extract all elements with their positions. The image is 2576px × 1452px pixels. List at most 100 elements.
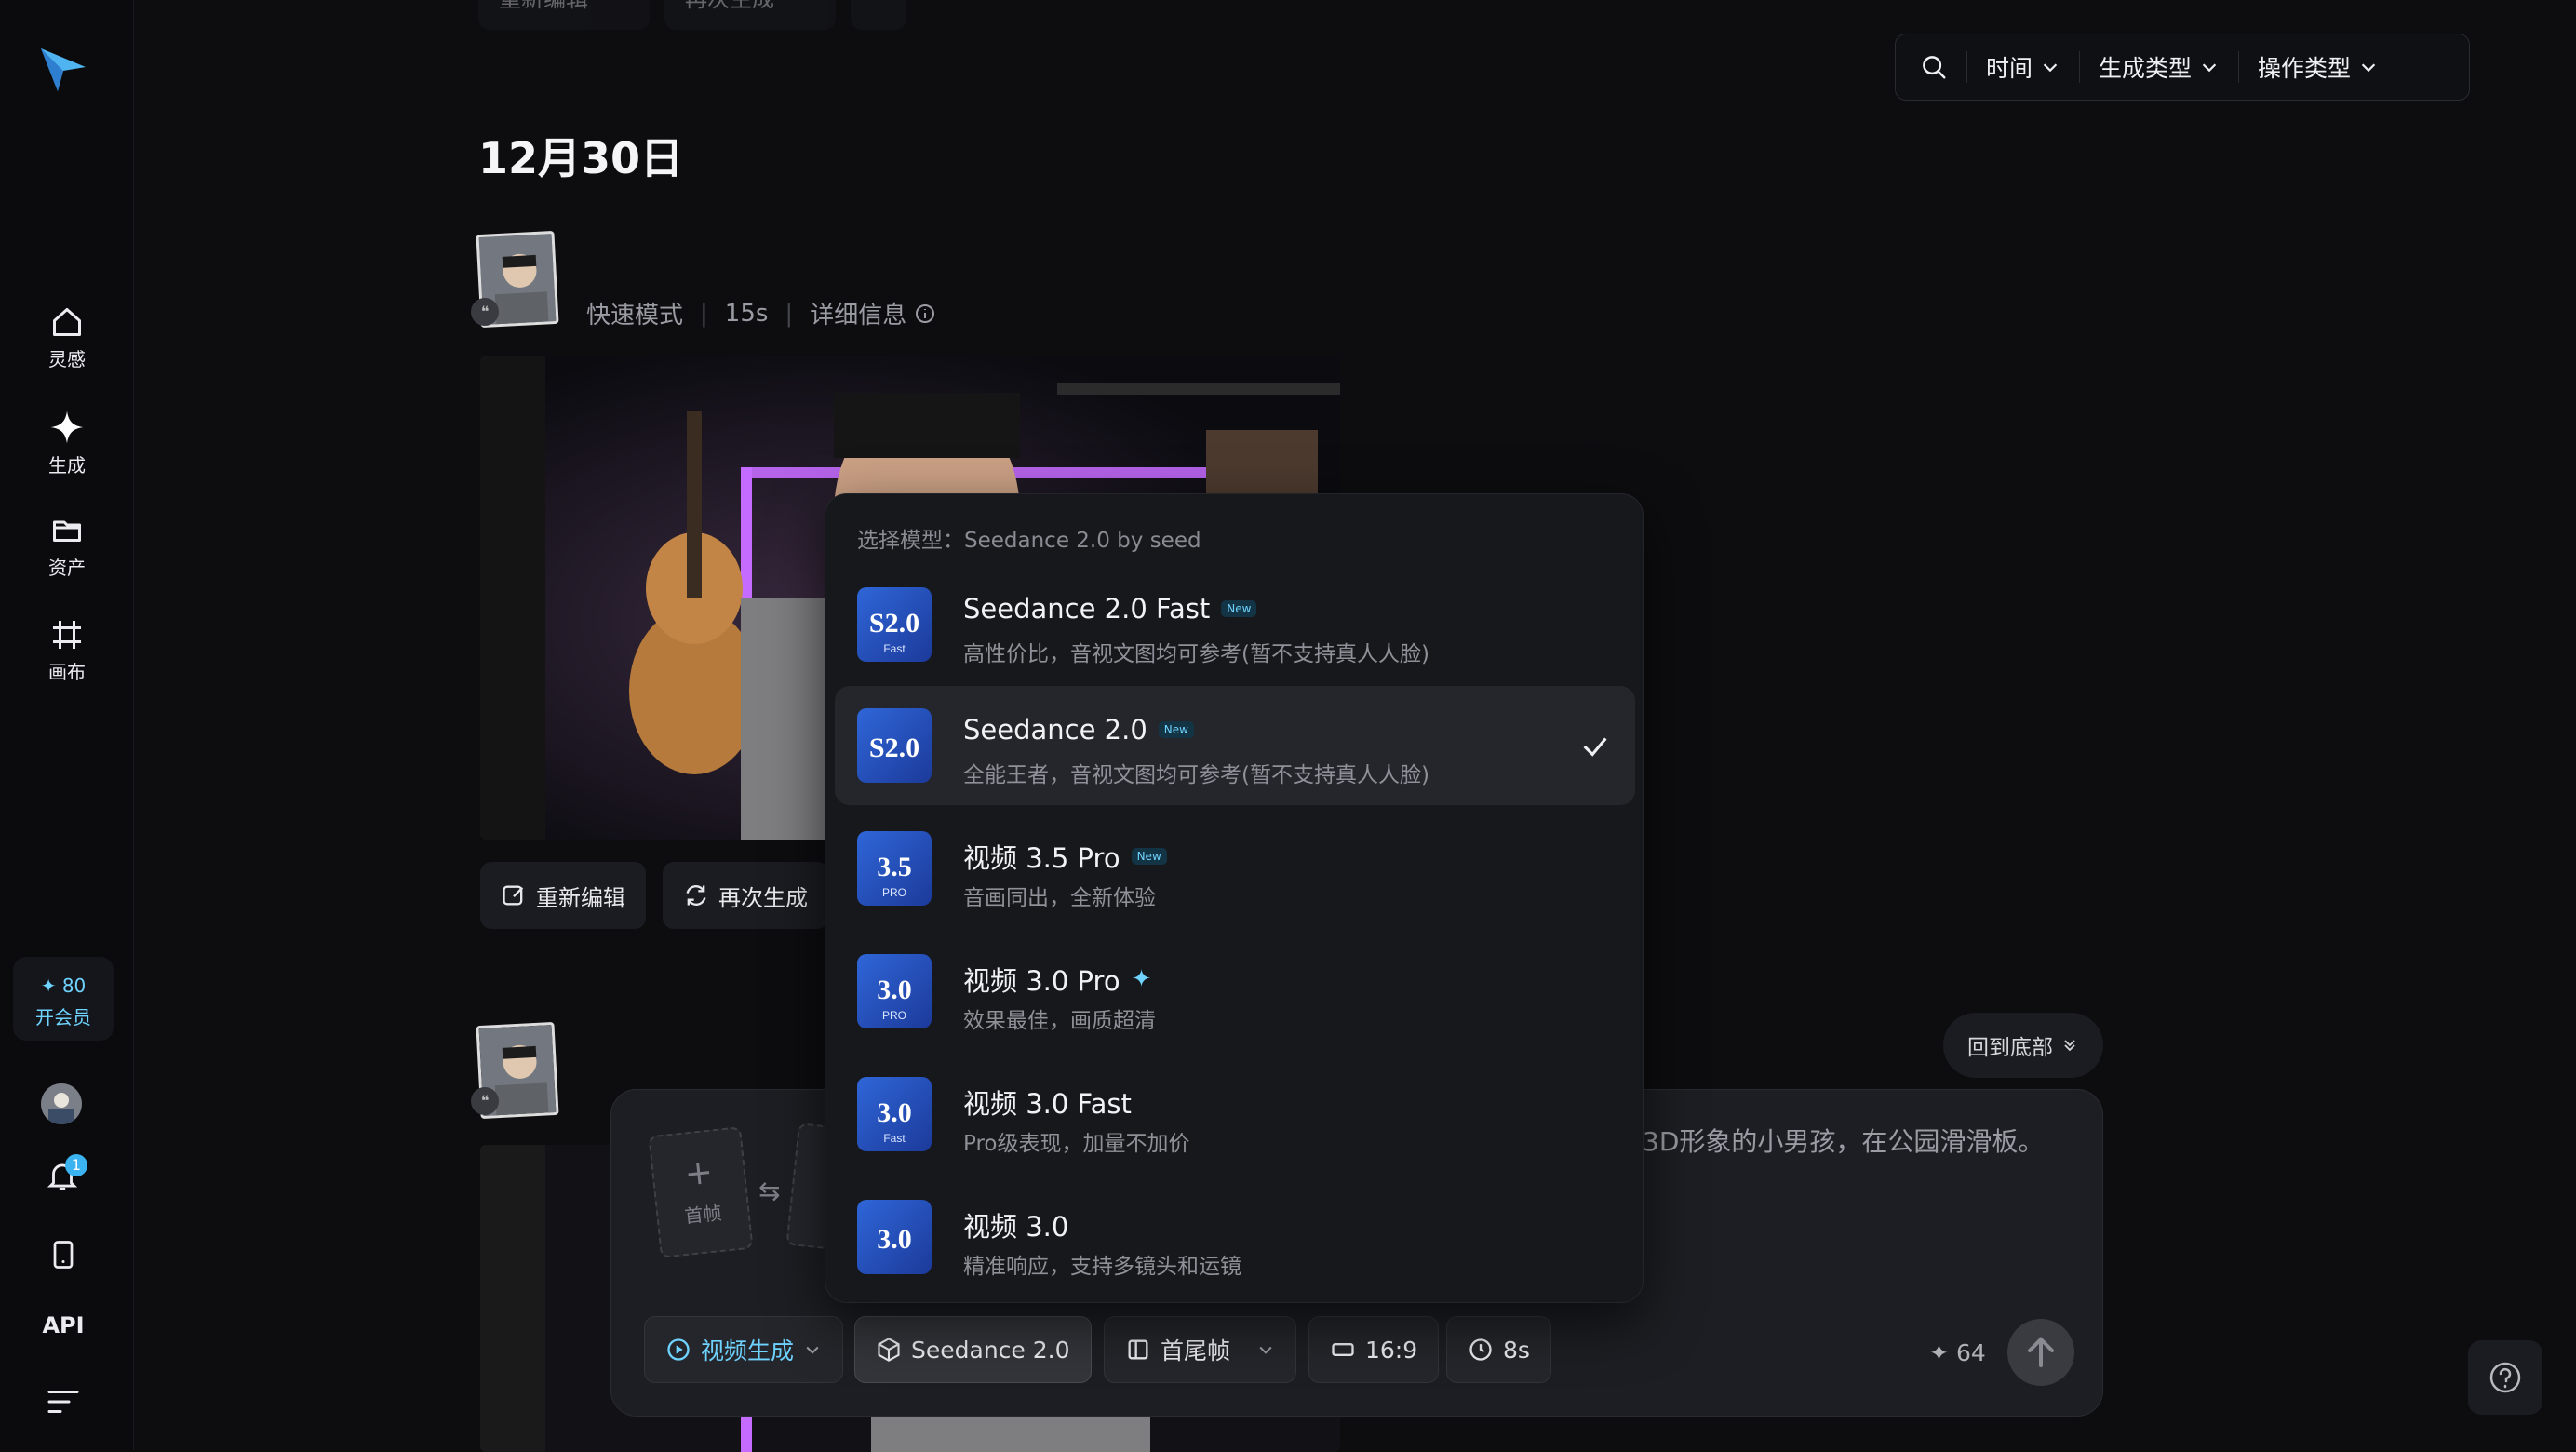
date-heading: 12月30日: [478, 133, 684, 183]
sidebar-item-label: 灵感: [48, 348, 86, 370]
model-option[interactable]: 3.0 视频 3.0 精准响应，支持多镜头和运镜: [835, 1177, 1635, 1297]
model-description: 音画同出，全新体验: [963, 886, 1156, 910]
refresh-icon: [686, 885, 706, 906]
model-logo-subtext: PRO: [882, 1009, 906, 1022]
sidebar-item-inspiration[interactable]: 灵感: [0, 305, 134, 371]
sidebar-item-label: 画布: [48, 661, 86, 683]
filter-bar: 时间 生成类型 操作类型: [1895, 34, 2470, 101]
model-logo-text: 3.0: [877, 1097, 912, 1128]
canvas-icon: [53, 621, 81, 649]
record-meta: 快速模式 | 15s | 详细信息: [586, 296, 936, 330]
sidebar-item-label: 资产: [48, 557, 86, 579]
chevron-down-icon: [2043, 63, 2058, 73]
regenerate-button[interactable]: 再次生成: [663, 862, 828, 929]
search-button[interactable]: [1896, 34, 1966, 100]
model-option[interactable]: 3.5 PRO 视频 3.5 Pro New 音画同出，全新体验: [835, 809, 1635, 928]
model-select-popup: 选择模型：Seedance 2.0 by seed S2.0 Fast Seedan…: [825, 493, 1644, 1303]
time-filter-dropdown[interactable]: 时间: [1967, 34, 2079, 100]
sparkle-icon: ✦: [1131, 965, 1152, 993]
back-to-bottom-button[interactable]: 回到底部: [1943, 1013, 2103, 1078]
op-type-filter-dropdown[interactable]: 操作类型: [2239, 34, 2397, 100]
model-description: 精准响应，支持多镜头和运镜: [963, 1255, 1241, 1279]
quote-icon: ❝: [471, 298, 499, 326]
sidebar-item-generate[interactable]: 生成: [0, 410, 134, 477]
model-logo-subtext: Fast: [883, 642, 906, 655]
model-name: Seedance 2.0 Fast New: [963, 593, 1257, 625]
edit-icon: [503, 885, 524, 906]
frames-dropdown[interactable]: 首尾帧: [1104, 1316, 1297, 1383]
gen-mode-dropdown[interactable]: 视频生成: [644, 1316, 844, 1383]
cube-icon: [878, 1338, 900, 1362]
divider: |: [785, 299, 794, 328]
gen-type-filter-dropdown[interactable]: 生成类型: [2080, 34, 2238, 100]
notification-badge: 1: [65, 1154, 87, 1176]
app-logo[interactable]: [37, 43, 89, 99]
menu-button[interactable]: [47, 1389, 80, 1418]
notification-button[interactable]: 1: [45, 1154, 87, 1197]
sparkle-icon: ✦: [40, 975, 57, 997]
model-description: 高性价比，音视文图均可参考(暂不支持真人人脸): [963, 642, 1429, 666]
popup-header: 选择模型：Seedance 2.0 by seed: [857, 529, 1201, 553]
new-badge: New: [1158, 721, 1194, 738]
chevron-down-icon: [2361, 63, 2376, 73]
chevron-down-icon: [806, 1346, 819, 1354]
ratio-icon: [1332, 1343, 1354, 1356]
duration-button[interactable]: 8s: [1446, 1316, 1551, 1383]
double-chevron-down-icon: [2064, 1040, 2075, 1052]
model-option[interactable]: 3.0 Fast 视频 3.0 Fast Pro级表现，加量不加价: [835, 1055, 1635, 1174]
swap-icon[interactable]: ⇆: [758, 1176, 780, 1206]
model-logo: 3.0 PRO: [857, 954, 932, 1028]
model-name: 视频 3.0: [963, 1211, 1069, 1243]
model-select-button[interactable]: Seedance 2.0: [854, 1316, 1092, 1383]
help-button[interactable]: [2468, 1340, 2542, 1415]
regenerate-button-top[interactable]: 再次生成: [664, 0, 836, 30]
home-icon: [53, 308, 81, 336]
checkmark-icon: [1583, 737, 1607, 757]
model-logo-text: 3.5: [877, 852, 912, 882]
avatar[interactable]: [41, 1083, 82, 1124]
api-link[interactable]: API: [0, 1312, 127, 1338]
phone-icon: [53, 1241, 74, 1269]
model-logo-text: S2.0: [869, 733, 919, 763]
mode-label: 快速模式: [586, 302, 684, 329]
credits-count: ✦ 80: [40, 975, 87, 997]
model-name: 视频 3.0 Pro ✦: [963, 965, 1152, 997]
re-edit-button[interactable]: 重新编辑: [480, 862, 646, 929]
menu-icon: [47, 1391, 79, 1413]
new-badge: New: [1221, 600, 1257, 617]
sidebar-item-canvas[interactable]: 画布: [0, 618, 134, 684]
mobile-app-button[interactable]: [47, 1238, 80, 1275]
info-icon[interactable]: [914, 302, 936, 325]
model-option[interactable]: S2.0 Fast Seedance 2.0 Fast New 高性价比，音视文图均可参…: [835, 565, 1635, 684]
cost-indicator: ✦ 64: [1929, 1339, 1986, 1366]
model-option[interactable]: 3.0 PRO 视频 3.0 Pro ✦ 效果最佳，画质超清: [835, 932, 1635, 1051]
more-button-top[interactable]: ···: [851, 0, 906, 30]
divider: |: [700, 299, 708, 328]
model-description: 效果最佳，画质超清: [963, 1009, 1156, 1033]
more-icon: ···: [868, 0, 890, 9]
details-link[interactable]: 详细信息: [810, 296, 906, 330]
search-icon: [1923, 56, 1946, 79]
model-logo: S2.0 Fast: [857, 587, 932, 662]
duration-label: 15s: [724, 299, 769, 328]
model-logo-text: 3.0: [877, 975, 912, 1005]
video-gen-icon: [667, 1338, 690, 1361]
model-logo-text: 3.0: [877, 1224, 912, 1255]
clock-icon: [1469, 1338, 1492, 1361]
model-name: Seedance 2.0 New: [963, 714, 1194, 746]
model-option[interactable]: S2.0 Seedance 2.0 New 全能王者，音视文图均可参考(暂不支持真人人…: [835, 686, 1635, 805]
prompt-input[interactable]: 3D形象的小男孩，在公园滑滑板。: [1643, 1122, 2044, 1159]
vip-button[interactable]: ✦ 80 开会员: [13, 957, 114, 1041]
frames-icon: [1128, 1339, 1148, 1360]
model-name: 视频 3.5 Pro New: [963, 837, 1167, 876]
new-badge: New: [1131, 848, 1167, 865]
re-edit-button-top[interactable]: 重新编辑: [478, 0, 650, 30]
model-logo: 3.0: [857, 1200, 932, 1274]
first-frame-upload[interactable]: + 首帧: [648, 1126, 754, 1258]
send-button[interactable]: [2007, 1319, 2074, 1386]
model-logo-text: S2.0: [869, 608, 919, 639]
model-logo-subtext: Fast: [883, 1132, 906, 1145]
sidebar-item-assets[interactable]: 资产: [0, 514, 134, 580]
aspect-ratio-button[interactable]: 16:9: [1308, 1316, 1440, 1383]
vip-label: 开会员: [35, 1006, 91, 1028]
